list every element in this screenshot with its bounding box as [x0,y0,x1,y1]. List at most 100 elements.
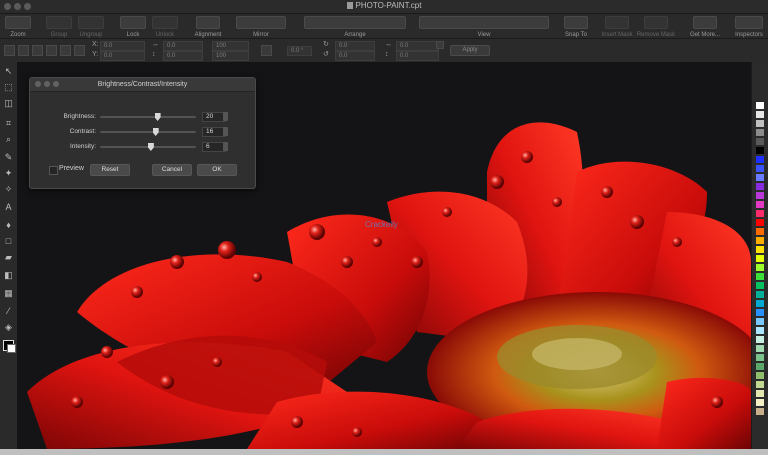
brightness-slider[interactable] [100,113,196,121]
toolbar-view[interactable]: View [418,15,550,38]
palette-swatch[interactable] [756,210,764,217]
intensity-slider[interactable] [100,143,196,151]
palette-swatch[interactable] [756,345,764,352]
dropper-tool-icon[interactable]: ⁄ [3,306,14,317]
palette-swatch[interactable] [756,111,764,118]
intensity-stepper[interactable] [223,142,228,151]
paint-tool-icon[interactable]: ♦ [3,220,14,231]
lock-ratio-icon[interactable] [261,45,272,56]
apply-button[interactable]: Apply [450,45,490,56]
width-field[interactable]: 0.0 [163,41,203,51]
brightness-slider-thumb[interactable] [154,113,161,121]
background-color-icon[interactable] [7,344,16,353]
palette-swatch[interactable] [756,327,764,334]
scale-height-field[interactable]: 100 [212,51,249,61]
palette-swatch[interactable] [756,399,764,406]
palette-swatch[interactable] [756,129,764,136]
pattern-tool-icon[interactable]: ▦ [3,288,14,299]
palette-swatch[interactable] [756,264,764,271]
contrast-slider-thumb[interactable] [152,128,159,136]
palette-swatch[interactable] [756,291,764,298]
skew-v-field[interactable]: 0.0 [396,51,439,61]
palette-swatch[interactable] [756,228,764,235]
mask-transform-tool-icon[interactable]: ◫ [3,98,14,109]
palette-swatch[interactable] [756,381,764,388]
palette-swatch[interactable] [756,192,764,199]
palette-swatch[interactable] [756,102,764,109]
toolbar-unlock[interactable]: Unlock [150,15,180,38]
palette-swatch[interactable] [756,165,764,172]
eyedropper-tool-icon[interactable]: ✎ [3,152,14,163]
transform-icon-3[interactable] [60,45,71,56]
palette-swatch[interactable] [756,300,764,307]
palette-swatch[interactable] [756,255,764,262]
palette-swatch[interactable] [756,147,764,154]
skew-h-field[interactable]: 0.0 [396,41,439,51]
contrast-slider[interactable] [100,128,196,136]
transform-icon-2[interactable] [46,45,57,56]
toolbar-remove-mask[interactable]: Remove Mask [636,15,676,38]
palette-swatch[interactable] [756,363,764,370]
palette-swatch[interactable] [756,201,764,208]
rotation-angle-field[interactable]: 0.0 ° [287,46,312,56]
palette-swatch[interactable] [756,219,764,226]
clone-tool-icon[interactable]: ✦ [3,168,14,179]
intensity-slider-thumb[interactable] [147,143,154,151]
center-y-field[interactable]: 0.0 [335,51,375,61]
zoom-tool-icon[interactable]: ⌕ [3,134,14,145]
transform-icon-1[interactable] [32,45,43,56]
crop-tool-icon[interactable]: ⌗ [3,118,14,129]
palette-swatch[interactable] [756,183,764,190]
dialog-close-button[interactable] [35,81,41,87]
dialog-minimize-button[interactable] [44,81,50,87]
dialog-zoom-button[interactable] [53,81,59,87]
height-field[interactable]: 0.0 [163,51,203,61]
toolbar-alignment[interactable]: Alignment [192,15,224,38]
palette-swatch[interactable] [756,372,764,379]
reset-button[interactable]: Reset [90,164,130,176]
palette-swatch[interactable] [756,336,764,343]
contrast-stepper[interactable] [223,127,228,136]
x-position-field[interactable]: 0.0 [100,41,145,51]
toolbar-inspectors[interactable]: Inspectors [732,15,766,38]
ok-button[interactable]: OK [197,164,237,176]
palette-swatch[interactable] [756,246,764,253]
center-x-field[interactable]: 0.0 [335,41,375,51]
y-position-field[interactable]: 0.0 [100,51,145,61]
palette-swatch[interactable] [756,273,764,280]
brightness-stepper[interactable] [223,112,228,121]
toolbar-mirror[interactable]: Mirror [235,15,287,38]
palette-swatch[interactable] [756,309,764,316]
palette-swatch[interactable] [756,408,764,415]
toolbar-lock[interactable]: Lock [118,15,148,38]
text-tool-icon[interactable]: A [3,202,14,213]
palette-swatch[interactable] [756,156,764,163]
toolbar-zoom[interactable]: Zoom [3,15,33,38]
toolbar-insert-mask[interactable]: Insert Mask [600,15,634,38]
toolbar-ungroup[interactable]: Ungroup [76,15,106,38]
pick-tool-icon[interactable] [4,45,15,56]
eraser-tool-icon[interactable]: ▰ [3,252,14,263]
object-tool-icon[interactable]: ◧ [3,270,14,281]
rectangle-mask-tool-icon[interactable]: ⬚ [3,82,14,93]
palette-swatch[interactable] [756,354,764,361]
palette-swatch[interactable] [756,318,764,325]
skew-h-stepper[interactable] [436,41,444,49]
toolbar-arrange[interactable]: Arrange [303,15,407,38]
palette-swatch[interactable] [756,237,764,244]
rotate-icon[interactable] [18,45,29,56]
palette-swatch[interactable] [756,120,764,127]
touch-up-tool-icon[interactable]: ✧ [3,184,14,195]
toolbar-snap-to[interactable]: Snap To [562,15,590,38]
toolbar-group[interactable]: Group [44,15,74,38]
palette-swatch[interactable] [756,138,764,145]
palette-swatch[interactable] [756,174,764,181]
transform-icon-4[interactable] [74,45,85,56]
scale-width-field[interactable]: 100 [212,41,249,51]
pick-tool-icon[interactable]: ↖ [3,66,14,77]
toolbar-get-more[interactable]: Get More... [688,15,722,38]
palette-swatch[interactable] [756,390,764,397]
rectangle-tool-icon[interactable]: □ [3,236,14,247]
fill-tool-icon[interactable]: ◈ [3,322,14,333]
cancel-button[interactable]: Cancel [152,164,192,176]
